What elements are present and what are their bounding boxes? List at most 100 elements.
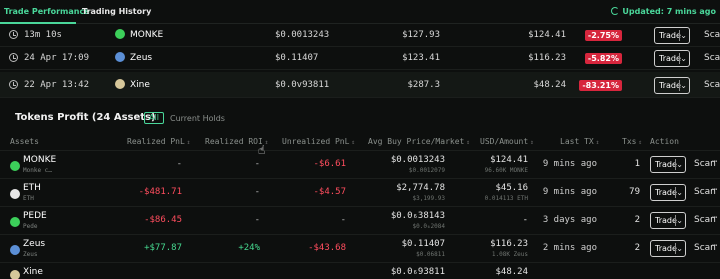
trade-row: 13m 10s MONKE $0.0013243 $127.93 $124.41… <box>0 24 720 47</box>
unrealized-pnl: -$43.68 <box>308 243 346 253</box>
asset-name[interactable]: Zeus <box>23 239 45 249</box>
token-icon <box>10 217 20 227</box>
more-options-icon[interactable]: ⋯ <box>712 213 717 223</box>
realized-roi: - <box>254 215 260 225</box>
update-status: Updated: 7 mins ago <box>611 7 716 16</box>
filter-current-holds-button[interactable]: Current Holds <box>170 114 225 123</box>
change-badge: -5.82% <box>584 53 622 64</box>
unrealized-pnl: -$4.57 <box>313 187 346 197</box>
filter-all-button[interactable]: All <box>144 112 164 124</box>
usd-value: $116.23 <box>490 239 528 249</box>
chevron-down-icon[interactable]: ⌄ <box>676 213 683 228</box>
column-header-txs[interactable]: Txs ⇕ <box>622 137 642 146</box>
asset-name[interactable]: ETH <box>23 183 41 193</box>
last-tx: 9 mins ago <box>542 187 597 197</box>
table-row[interactable]: MONKE Monke c… - - -$6.61 $0.0013243 $0.… <box>0 150 720 178</box>
trade-price: $0.11407 <box>275 53 319 63</box>
table-row[interactable]: Xine $0.0₆93811 $48.24 <box>0 262 720 279</box>
trade-row: 24 Apr 17:09 Zeus $0.11407 $123.41 $116.… <box>0 47 720 70</box>
column-header-last-tx[interactable]: Last TX ⇕ <box>560 137 599 146</box>
asset-name[interactable]: MONKE <box>23 155 56 165</box>
usd-value: $48.24 <box>495 267 528 277</box>
sort-icon: ⇕ <box>595 139 600 146</box>
asset-subname: Monke c… <box>23 167 52 174</box>
trade-button[interactable]: Trade ⌄ <box>650 184 686 201</box>
trade-button-label: Trade <box>655 160 677 169</box>
column-header-usd-amount[interactable]: USD/Amount ⇕ <box>480 137 534 146</box>
scan-button[interactable]: Scan <box>704 30 720 40</box>
trade-button[interactable]: Trade ⌄ <box>654 27 690 44</box>
tab-trade-performance[interactable]: Trade Performance <box>4 7 90 16</box>
asset-name[interactable]: PEDE <box>23 211 47 221</box>
column-header-label: Realized PnL <box>127 137 185 146</box>
column-header-label: USD/Amount <box>480 137 529 146</box>
column-header-label: Avg Buy Price/Market <box>368 137 465 146</box>
token-icon <box>10 161 20 171</box>
token-amount: 1.08K Zeus <box>491 251 528 258</box>
scan-button[interactable]: Scan <box>704 53 720 63</box>
trade-value: $48.24 <box>533 80 566 90</box>
trade-token[interactable]: Zeus <box>130 53 152 63</box>
chevron-down-icon[interactable]: ⌄ <box>680 28 687 43</box>
trade-button[interactable]: Trade ⌄ <box>654 50 690 67</box>
usd-value: - <box>522 215 528 225</box>
more-options-icon[interactable]: ⋯ <box>712 241 717 251</box>
token-icon <box>115 79 125 89</box>
table-row[interactable]: Zeus Zeus +$77.87 +24% -$43.68 $0.11407 … <box>0 234 720 262</box>
more-options-icon[interactable]: ⋯ <box>712 157 717 167</box>
trade-token[interactable]: MONKE <box>130 30 163 40</box>
trade-price: $0.0013243 <box>275 30 330 40</box>
chevron-down-icon[interactable]: ⌄ <box>680 51 687 66</box>
trade-button-label: Trade <box>659 31 681 40</box>
trade-value: $116.23 <box>528 53 566 63</box>
token-icon <box>115 29 125 39</box>
realized-pnl: +$77.87 <box>144 243 182 253</box>
asset-subname: ETH <box>23 195 34 202</box>
trade-button-label: Trade <box>659 54 681 63</box>
trade-time: 24 Apr 17:09 <box>24 53 90 63</box>
column-header-label: Last TX <box>560 137 594 146</box>
update-status-text: Updated: 7 mins ago <box>622 7 716 16</box>
trade-button-label: Trade <box>655 244 677 253</box>
usd-value: $45.16 <box>495 183 528 193</box>
asset-subname: Zeus <box>23 251 38 258</box>
realized-pnl: - <box>176 159 182 169</box>
change-badge: -83.21% <box>579 80 622 91</box>
trade-row: 22 Apr 13:42 Xine $0.0v93811 $287.3 $48.… <box>0 72 720 98</box>
token-icon <box>10 189 20 199</box>
trade-token[interactable]: Xine <box>130 80 150 90</box>
column-header-avg-price[interactable]: Avg Buy Price/Market ⇕ <box>368 137 470 146</box>
realized-pnl: -$481.71 <box>138 187 182 197</box>
scan-button[interactable]: Scan <box>704 80 720 90</box>
trade-button[interactable]: Trade ⌄ <box>650 240 686 257</box>
asset-subname: Pede <box>23 223 38 230</box>
sort-icon: ⇕ <box>351 139 356 146</box>
more-options-icon[interactable]: ⋯ <box>712 185 717 195</box>
avg-buy-price: $0.11407 <box>401 239 445 249</box>
table-row[interactable]: ETH ETH -$481.71 - -$4.57 $2,774.78 $3,1… <box>0 178 720 206</box>
trade-button[interactable]: Trade ⌄ <box>654 77 690 94</box>
column-header-unrealized-pnl[interactable]: Unrealized PnL ⇕ <box>282 137 355 146</box>
tab-trading-history[interactable]: Trading History <box>82 7 151 16</box>
sort-icon: ⇕ <box>466 139 470 146</box>
table-row[interactable]: PEDE Pede -$86.45 - - $0.0₆38143 $0.0₆20… <box>0 206 720 234</box>
clock-icon <box>9 80 18 89</box>
trade-button[interactable]: Trade ⌄ <box>650 212 686 229</box>
column-header-action: Action <box>650 137 679 146</box>
tokens-profit-title: Tokens Profit (24 Assets) <box>15 112 156 123</box>
trade-price: $0.0v93811 <box>275 80 330 90</box>
chevron-down-icon[interactable]: ⌄ <box>680 78 687 93</box>
unrealized-pnl: -$6.61 <box>313 159 346 169</box>
market-price: $0.0₆2084 <box>412 223 445 230</box>
token-amount: 0.014113 ETH <box>484 195 528 202</box>
asset-name[interactable]: Xine <box>23 267 43 277</box>
sort-icon: ⇕ <box>264 139 269 146</box>
chevron-down-icon[interactable]: ⌄ <box>676 157 683 172</box>
realized-roi: - <box>254 187 260 197</box>
chevron-down-icon[interactable]: ⌄ <box>676 241 683 256</box>
column-header-realized-pnl[interactable]: Realized PnL ⇕ <box>127 137 190 146</box>
token-icon <box>10 245 20 255</box>
chevron-down-icon[interactable]: ⌄ <box>676 185 683 200</box>
trade-button[interactable]: Trade ⌄ <box>650 156 686 173</box>
avg-buy-price: $0.0₆93811 <box>390 267 445 277</box>
